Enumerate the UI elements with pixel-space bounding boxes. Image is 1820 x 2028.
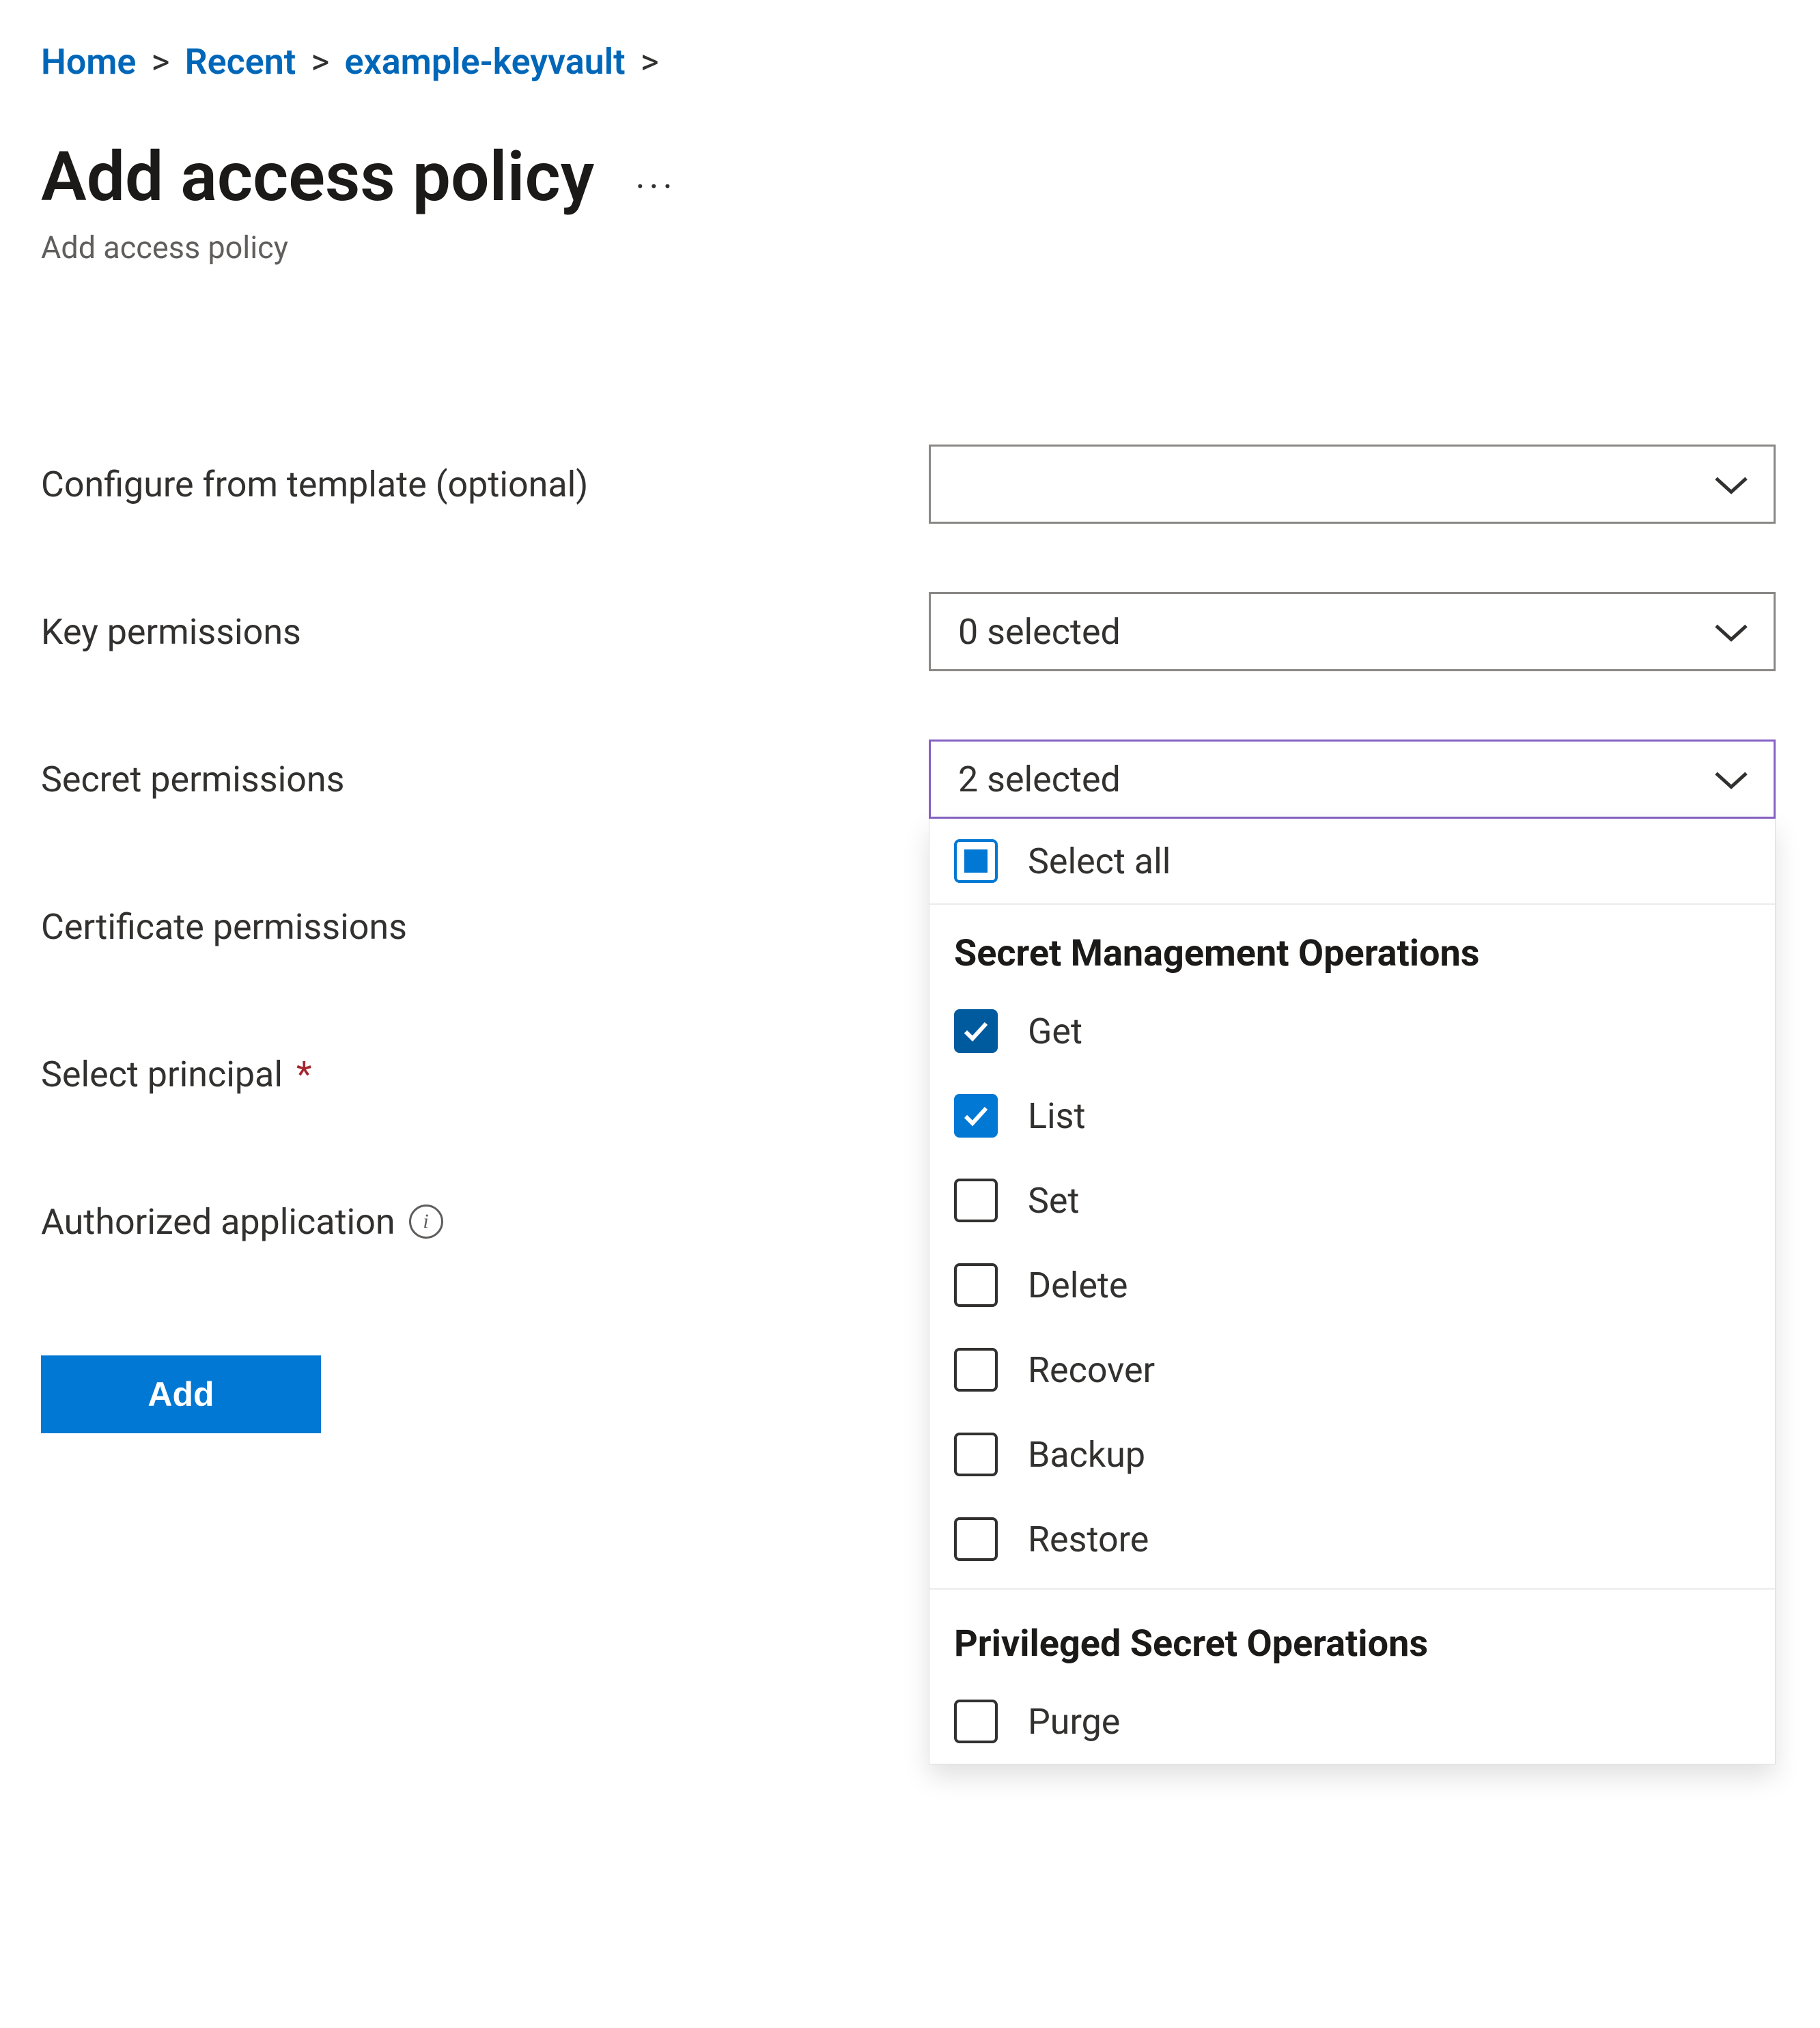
- page-subtitle: Add access policy: [41, 229, 1779, 266]
- certificate-permissions-label: Certificate permissions: [41, 906, 929, 948]
- key-permissions-value: 0 selected: [958, 611, 1121, 653]
- template-label: Configure from template (optional): [41, 464, 929, 505]
- secret-permissions-dropdown[interactable]: 2 selected: [929, 740, 1776, 819]
- option-backup[interactable]: Backup: [929, 1412, 1775, 1497]
- chevron-down-icon: [1713, 464, 1749, 505]
- option-get-label: Get: [1028, 1011, 1082, 1052]
- option-list-label: List: [1028, 1095, 1086, 1137]
- checkbox-set[interactable]: [954, 1179, 998, 1222]
- template-dropdown[interactable]: [929, 445, 1776, 524]
- breadcrumb-separator: >: [311, 41, 329, 83]
- secret-permissions-value: 2 selected: [958, 759, 1121, 800]
- key-permissions-dropdown[interactable]: 0 selected: [929, 592, 1776, 671]
- chevron-down-icon: [1713, 759, 1749, 800]
- option-set-label: Set: [1028, 1180, 1079, 1222]
- checkbox-purge[interactable]: [954, 1700, 998, 1743]
- option-recover-label: Recover: [1028, 1349, 1155, 1391]
- checkbox-get[interactable]: [954, 1009, 998, 1053]
- option-delete[interactable]: Delete: [929, 1243, 1775, 1327]
- option-list[interactable]: List: [929, 1073, 1775, 1158]
- secret-management-header: Secret Management Operations: [929, 905, 1775, 989]
- checkbox-delete[interactable]: [954, 1263, 998, 1307]
- breadcrumb: Home > Recent > example-keyvault >: [41, 41, 1779, 83]
- option-get[interactable]: Get: [929, 989, 1775, 1073]
- authorized-application-label: Authorized application i: [41, 1201, 929, 1243]
- option-backup-label: Backup: [1028, 1434, 1145, 1476]
- checkbox-list[interactable]: [954, 1094, 998, 1138]
- option-recover[interactable]: Recover: [929, 1327, 1775, 1412]
- checkbox-backup[interactable]: [954, 1433, 998, 1476]
- add-button[interactable]: Add: [41, 1355, 321, 1433]
- option-purge-label: Purge: [1028, 1701, 1120, 1743]
- chevron-down-icon: [1713, 611, 1749, 653]
- breadcrumb-separator: >: [151, 41, 169, 83]
- privileged-operations-header: Privileged Secret Operations: [929, 1588, 1775, 1679]
- checkbox-recover[interactable]: [954, 1348, 998, 1392]
- breadcrumb-keyvault[interactable]: example-keyvault: [344, 41, 625, 83]
- option-set[interactable]: Set: [929, 1158, 1775, 1243]
- checkbox-restore[interactable]: [954, 1517, 998, 1561]
- select-principal-label: Select principal *: [41, 1054, 929, 1095]
- select-all-row[interactable]: Select all: [929, 819, 1775, 905]
- breadcrumb-recent[interactable]: Recent: [185, 41, 296, 83]
- required-mark: *: [296, 1054, 311, 1095]
- key-permissions-label: Key permissions: [41, 611, 929, 653]
- more-actions-button[interactable]: ···: [635, 145, 676, 209]
- page-title: Add access policy: [41, 137, 594, 217]
- option-purge[interactable]: Purge: [929, 1679, 1775, 1764]
- secret-permissions-label: Secret permissions: [41, 759, 929, 800]
- select-all-checkbox[interactable]: [954, 839, 998, 883]
- option-restore[interactable]: Restore: [929, 1497, 1775, 1581]
- option-delete-label: Delete: [1028, 1265, 1128, 1306]
- select-all-label: Select all: [1028, 841, 1171, 882]
- breadcrumb-separator: >: [641, 41, 659, 83]
- breadcrumb-home[interactable]: Home: [41, 41, 136, 83]
- info-icon[interactable]: i: [409, 1205, 443, 1239]
- option-restore-label: Restore: [1028, 1519, 1149, 1560]
- secret-permissions-panel: Select all Secret Management Operations …: [929, 819, 1776, 1764]
